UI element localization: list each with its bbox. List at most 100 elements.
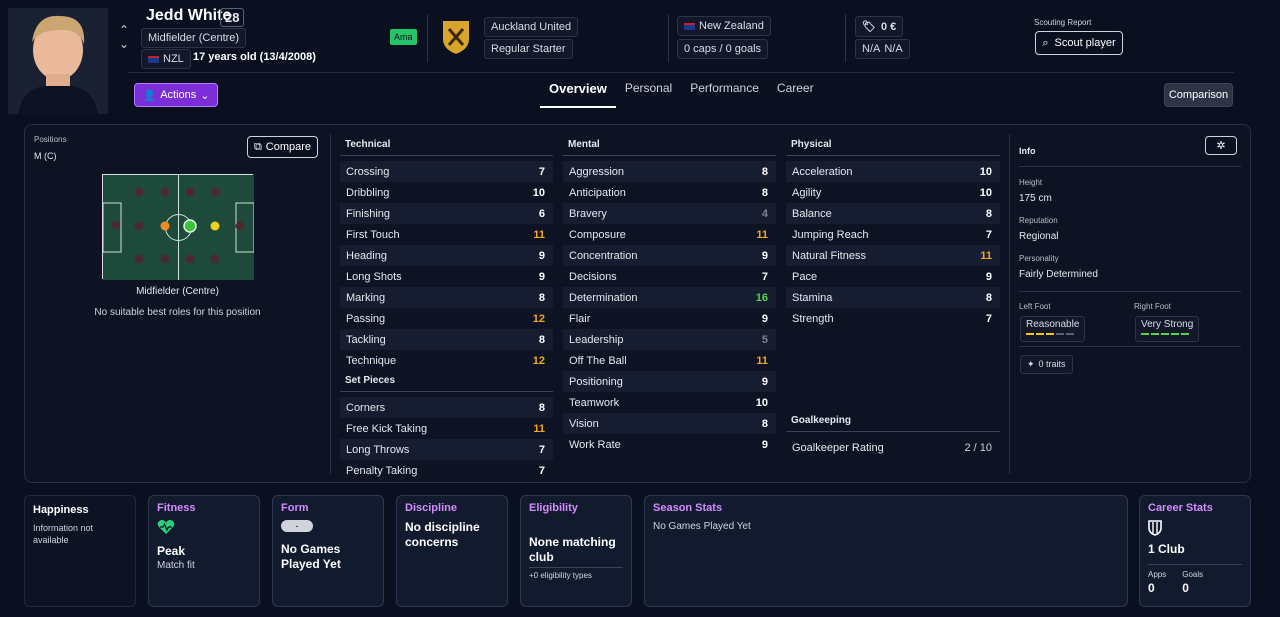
club-crest-icon[interactable]	[441, 19, 471, 58]
attribute-row[interactable]: Acceleration 10	[786, 161, 1000, 182]
attribute-row[interactable]: Concentration 9	[563, 245, 776, 266]
career-goals: 0	[1182, 581, 1189, 595]
technical-column: Technical Crossing 7 Dribbling 10 Finishing 6…	[340, 139, 553, 371]
attribute-row[interactable]: Long Shots 9	[340, 266, 553, 287]
attribute-row[interactable]: Anticipation 8	[563, 182, 776, 203]
compare-button[interactable]: ⧉ Compare	[247, 136, 318, 158]
attribute-row[interactable]: Passing 12	[340, 308, 553, 329]
physical-header: Physical	[786, 139, 1000, 156]
tab-personal[interactable]: Personal	[616, 78, 681, 108]
attribute-name: Leadership	[569, 333, 624, 346]
attribute-row[interactable]: Heading 9	[340, 245, 553, 266]
nation-chip[interactable]: New Zealand	[677, 16, 771, 36]
tab-performance[interactable]: Performance	[681, 78, 768, 108]
goalkeeper-rating-label: Goalkeeper Rating	[792, 441, 884, 454]
attribute-row[interactable]: Crossing 7	[340, 161, 553, 182]
role-note: No suitable best roles for this position	[94, 307, 261, 318]
attribute-value: 9	[761, 312, 768, 325]
attribute-name: Technique	[346, 354, 397, 367]
positions-label: Positions	[34, 135, 67, 144]
attribute-row[interactable]: Free Kick Taking 11	[340, 418, 553, 439]
attribute-row[interactable]: Corners 8	[340, 397, 553, 418]
attribute-name: Marking	[346, 291, 386, 304]
right-foot-bar	[1141, 333, 1193, 335]
eligibility-card[interactable]: Eligibility None matching club +0 eligib…	[520, 495, 632, 607]
attribute-name: Jumping Reach	[792, 228, 869, 241]
mental-header: Mental	[563, 139, 776, 156]
attribute-row[interactable]: Teamwork 10	[563, 392, 776, 413]
attribute-row[interactable]: Long Throws 7	[340, 439, 553, 460]
player-name: Jedd White	[146, 7, 232, 24]
discipline-card[interactable]: Discipline No discipline concerns	[396, 495, 508, 607]
attribute-row[interactable]: Positioning 9	[563, 371, 776, 392]
form-value: No Games Played Yet	[281, 542, 341, 571]
attribute-row[interactable]: Composure 11	[563, 224, 776, 245]
club-name[interactable]: Auckland United	[484, 17, 579, 37]
fitness-card[interactable]: Fitness Peak Match fit	[148, 495, 260, 607]
attribute-row[interactable]: Determination 16	[563, 287, 776, 308]
attribute-value: 11	[533, 228, 545, 241]
attribute-value: 8	[761, 186, 768, 199]
position-pitch	[102, 174, 255, 280]
attribute-value: 11	[756, 354, 768, 367]
attribute-row[interactable]: Balance 8	[786, 203, 1000, 224]
height-label: Height	[1019, 178, 1043, 187]
comparison-button[interactable]: Comparison	[1164, 83, 1233, 107]
tab-overview[interactable]: Overview	[540, 78, 616, 108]
attribute-name: Penalty Taking	[346, 464, 418, 477]
attribute-row[interactable]: Bravery 4	[563, 203, 776, 224]
attribute-name: Stamina	[792, 291, 833, 304]
info-view-button[interactable]: ✲	[1205, 136, 1237, 155]
tab-career[interactable]: Career	[768, 78, 823, 108]
attribute-value: 7	[538, 165, 545, 178]
attribute-name: Strength	[792, 312, 834, 325]
attribute-row[interactable]: Aggression 8	[563, 161, 776, 182]
attribute-row[interactable]: Penalty Taking 7	[340, 460, 553, 481]
attribute-name: Tackling	[346, 333, 386, 346]
attribute-row[interactable]: Agility 10	[786, 182, 1000, 203]
discipline-value: No discipline concerns	[405, 520, 480, 549]
nationality-chip[interactable]: NZL	[141, 49, 191, 69]
actions-button[interactable]: 👤 Actions ⌄	[134, 83, 218, 107]
season-stats-card[interactable]: Season Stats No Games Played Yet	[644, 495, 1128, 607]
career-apps: 0	[1148, 581, 1155, 595]
attribute-row[interactable]: Tackling 8	[340, 329, 553, 350]
attribute-row[interactable]: Work Rate 9	[563, 434, 776, 455]
attribute-row[interactable]: Finishing 6	[340, 203, 553, 224]
attribute-row[interactable]: First Touch 11	[340, 224, 553, 245]
attribute-name: Pace	[792, 270, 818, 283]
nz-flag-icon	[684, 22, 695, 30]
attribute-row[interactable]: Jumping Reach 7	[786, 224, 1000, 245]
scout-player-button[interactable]: ⌕ Scout player	[1035, 31, 1123, 55]
profile-tabs: Overview Personal Performance Career	[540, 78, 823, 108]
attribute-row[interactable]: Vision 8	[563, 413, 776, 434]
player-nav-arrows[interactable]: ⌃ ⌄	[119, 23, 129, 51]
form-card[interactable]: Form - No Games Played Yet	[272, 495, 384, 607]
attribute-row[interactable]: Decisions 7	[563, 266, 776, 287]
attribute-row[interactable]: Off The Ball 11	[563, 350, 776, 371]
attribute-row[interactable]: Technique 12	[340, 350, 553, 371]
attribute-name: Determination	[569, 291, 638, 304]
happiness-card[interactable]: Happiness Information not available	[24, 495, 136, 607]
chevron-down-icon: ⌄	[200, 89, 210, 102]
technical-header: Technical	[340, 139, 553, 156]
attribute-row[interactable]: Natural Fitness 11	[786, 245, 1000, 266]
attribute-name: Corners	[346, 401, 386, 414]
info-title: Info	[1019, 146, 1036, 156]
attribute-name: Heading	[346, 249, 387, 262]
attribute-value: 10	[979, 186, 992, 199]
attribute-row[interactable]: Leadership 5	[563, 329, 776, 350]
attribute-row[interactable]: Pace 9	[786, 266, 1000, 287]
traits-chip[interactable]: ✦ 0 traits	[1020, 355, 1073, 374]
attribute-row[interactable]: Dribbling 10	[340, 182, 553, 203]
attribute-row[interactable]: Marking 8	[340, 287, 553, 308]
attribute-row[interactable]: Stamina 8	[786, 287, 1000, 308]
attribute-row[interactable]: Strength 7	[786, 308, 1000, 329]
attribute-name: Aggression	[569, 165, 625, 178]
goalkeeper-rating-row[interactable]: Goalkeeper Rating 2 / 10	[786, 437, 1000, 458]
career-stats-card[interactable]: Career Stats 1 Club Apps 0 Goals 0	[1139, 495, 1251, 607]
attribute-row[interactable]: Flair 9	[563, 308, 776, 329]
player-age: 17 years old (13/4/2008)	[193, 51, 316, 63]
reputation-label: Reputation	[1019, 216, 1058, 225]
attribute-name: Dribbling	[346, 186, 390, 199]
